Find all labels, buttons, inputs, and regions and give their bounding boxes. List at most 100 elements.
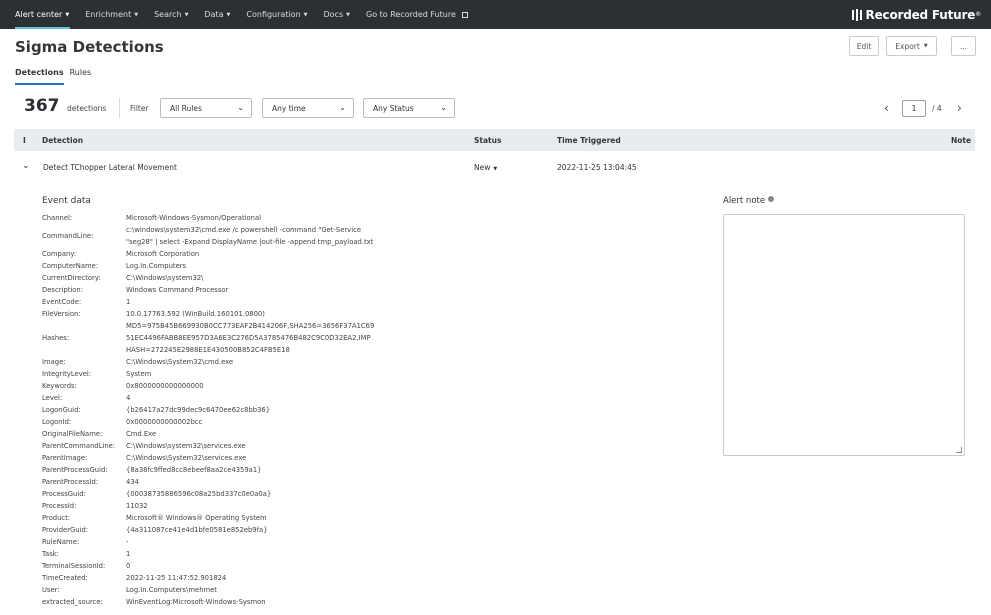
event-field-key: FileVersion:: [42, 310, 81, 318]
event-field-key: TerminalSessionId:: [42, 562, 106, 570]
nav-data[interactable]: Data ▼: [196, 0, 238, 29]
nav-enrichment[interactable]: Enrichment ▼: [77, 0, 146, 29]
time-triggered: 2022-11-25 13:04:45: [557, 163, 637, 172]
export-label: Export: [895, 41, 920, 51]
alert-note-textarea[interactable]: [723, 214, 965, 456]
event-field-value: System: [126, 370, 152, 378]
event-field-row: IntegrityLevel: System: [42, 368, 462, 380]
chevron-left-icon[interactable]: ‹: [884, 101, 889, 115]
event-field-value: MD5=975B45B669930B0CC773EAF2B414206F,SHA…: [126, 322, 375, 354]
detection-count-label: detections: [67, 104, 107, 113]
event-field-row: CommandLine: c:\windows\system32\cmd.exe …: [42, 224, 462, 248]
top-nav: Alert center ▼ Enrichment ▼ Search ▼ Data ▼ …: [0, 0, 991, 29]
event-field-key: CommandLine:: [42, 232, 94, 240]
status-value: New: [474, 163, 491, 172]
event-field-value: 434: [126, 478, 139, 486]
event-data-title: Event data: [42, 196, 91, 206]
event-field-row: Level: 4: [42, 392, 462, 404]
caret-down-icon: ▼: [226, 11, 231, 18]
event-field-value: 0x8000000000000000: [126, 382, 204, 390]
nav-search[interactable]: Search ▼: [146, 0, 196, 29]
event-field-row: ParentProcessId: 434: [42, 476, 462, 488]
nav-go-to-recorded-future[interactable]: Go to Recorded Future: [358, 0, 476, 29]
event-field-key: ProcessId:: [42, 502, 77, 510]
event-field-value: {8a38fc9ffed8cc8ebeef8aa2ce4359a1}: [126, 466, 262, 474]
event-field-row: OriginalFileName: Cmd.Exe: [42, 428, 462, 440]
resize-handle-icon[interactable]: [956, 447, 962, 453]
page-number-input[interactable]: 1: [902, 100, 926, 117]
column-header-time-triggered[interactable]: Time Triggered: [557, 136, 621, 145]
rule-filter-value: All Rules: [170, 103, 202, 113]
edit-button[interactable]: Edit: [849, 36, 879, 56]
event-field-value: Log.In.Computers\mehmet: [126, 586, 217, 594]
event-field-key: EventCode:: [42, 298, 82, 306]
time-filter-value: Any time: [272, 103, 306, 113]
event-field-key: Hashes:: [42, 334, 70, 342]
time-filter-select[interactable]: Any time ⌄: [262, 98, 354, 118]
event-field-value: 10.0.17763.592 (WinBuild.160101.0800): [126, 310, 265, 318]
event-field-value: Cmd.Exe: [126, 430, 157, 438]
event-field-row: Company: Microsoft Corporation: [42, 248, 462, 260]
event-field-value: 1: [126, 550, 131, 558]
event-field-key: ProviderGuid:: [42, 526, 89, 534]
event-field-row: TerminalSessionId: 0: [42, 560, 462, 572]
event-field-key: extracted_source:: [42, 598, 103, 606]
caret-down-icon: ▼: [923, 43, 928, 49]
nav-alert-center[interactable]: Alert center ▼: [0, 0, 77, 29]
column-header-detection[interactable]: Detection: [42, 136, 83, 145]
event-field-value: Windows Command Processor: [126, 286, 229, 294]
column-header-note[interactable]: Note: [951, 136, 971, 145]
nav-docs[interactable]: Docs ▼: [316, 0, 358, 29]
column-header-status[interactable]: Status: [474, 136, 501, 145]
event-field-value: 11032: [126, 502, 148, 510]
event-field-row: CurrentDirectory: C:\Windows\system32\: [42, 272, 462, 284]
status-dropdown[interactable]: New ▼: [474, 163, 497, 172]
event-field-value: 1: [126, 298, 131, 306]
nav-label: Enrichment: [85, 10, 132, 19]
event-field-row: ProcessId: 11032: [42, 500, 462, 512]
event-field-key: Channel:: [42, 214, 73, 222]
event-field-row: ProviderGuid: {4a311087ce41e4d1bfe0581e85…: [42, 524, 462, 536]
event-field-value: {4a311087ce41e4d1bfe0581e852eb9fa}: [126, 526, 268, 534]
chevron-right-icon[interactable]: ›: [957, 101, 962, 115]
event-field-key: LogonGuid:: [42, 406, 81, 414]
event-field-row: FileVersion: 10.0.17763.592 (WinBuild.160…: [42, 308, 462, 320]
rule-filter-select[interactable]: All Rules ⌄: [160, 98, 252, 118]
export-button[interactable]: Export ▼: [886, 36, 937, 56]
caret-down-icon: ▼: [65, 11, 70, 18]
event-field-key: ParentCommandLine:: [42, 442, 116, 450]
event-field-row: Description: Windows Command Processor: [42, 284, 462, 296]
event-field-key: Level:: [42, 394, 63, 402]
event-field-row: extracted_source: WinEventLog:Microsoft-W…: [42, 596, 462, 608]
event-field-row: EventCode: 1: [42, 296, 462, 308]
detection-name[interactable]: Detect TChopper Lateral Movement: [43, 163, 177, 172]
event-field-row: Keywords: 0x8000000000000000: [42, 380, 462, 392]
event-field-value: 4: [126, 394, 131, 402]
event-field-row: ComputerName: Log.In.Computers: [42, 260, 462, 272]
tab-detections[interactable]: Detections: [15, 68, 64, 85]
event-field-row: ParentImage: C:\Windows\System32\services…: [42, 452, 462, 464]
nav-label: Search: [154, 10, 182, 19]
collapse-row-chevron-icon[interactable]: ⌄: [22, 161, 30, 171]
caret-down-icon: ▼: [493, 166, 498, 172]
event-field-row: ParentProcessGuid: {8a38fc9ffed8cc8ebeef8…: [42, 464, 462, 476]
tab-rules[interactable]: Rules: [70, 68, 92, 85]
detection-count: 367: [24, 96, 60, 116]
nav-configuration[interactable]: Configuration ▼: [238, 0, 315, 29]
more-actions-button[interactable]: ...: [951, 36, 976, 56]
event-field-key: ParentProcessId:: [42, 478, 99, 486]
brand-logo: Recorded Future ®: [851, 0, 981, 29]
status-filter-select[interactable]: Any Status ⌄: [363, 98, 455, 118]
nav-label: Docs: [323, 10, 344, 19]
nav-label: Alert center: [15, 10, 63, 19]
alert-note-label: Alert note: [723, 196, 766, 206]
chevron-down-icon: ⌄: [237, 103, 244, 112]
filter-label: Filter: [130, 104, 149, 113]
event-field-key: LogonId:: [42, 418, 72, 426]
nav-label: Data: [204, 10, 224, 19]
info-icon: [768, 196, 775, 202]
event-field-value: c:\windows\system32\cmd.exe /c powershel…: [126, 226, 374, 246]
event-field-key: Task:: [42, 550, 59, 558]
column-header-indicator: I: [23, 136, 26, 145]
caret-down-icon: ▼: [303, 11, 308, 18]
